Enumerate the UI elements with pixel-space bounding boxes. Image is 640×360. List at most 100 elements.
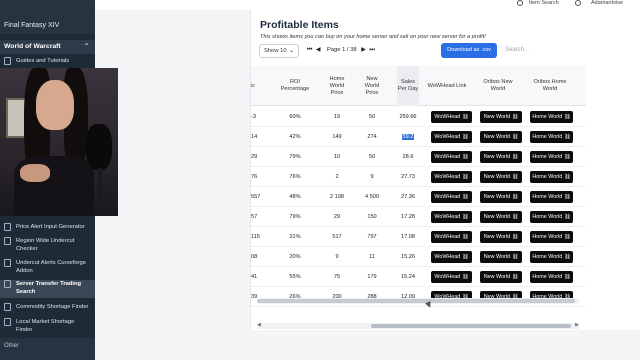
cell-sales-per-day-text: 28.6 [402,154,414,160]
oribos-home-world-button[interactable]: Home World ⛓ [530,271,573,283]
table-header: ic ROI Percentage Home World Price New W… [251,66,587,106]
oribos-home-world-button[interactable]: Home World ⛓ [530,131,573,143]
cell-id-text: 29 [251,154,258,160]
oribos-new-world-button[interactable]: New World ⛓ [480,191,522,203]
cell-roi: 20% [275,247,315,267]
link-icon: ⛓ [462,134,469,140]
next-page-icon[interactable]: ▶ [361,47,365,53]
chevron-down-icon: ⌄ [288,48,294,54]
scrollbar-thumb[interactable] [371,324,571,328]
sidebar-item-undercut-checker[interactable]: Region Wide Undercut Checker [0,237,95,255]
table-search-input[interactable]: Search... [503,43,575,58]
cell-home-price-text: 2 [335,174,339,180]
sidebar-item-price-alert[interactable]: Price Alert Input Generator [0,223,95,233]
prev-page-icon[interactable]: ◀ [316,47,320,53]
wowhead-link-button[interactable]: WoWHead ⛓ [431,171,472,183]
scrollbar-thumb[interactable] [257,299,575,303]
sidebar-item-undercut-alerts[interactable]: Undercut Alerts Curseforge Addon [0,259,95,277]
page-subtitle: This shows items you can buy on your hom… [260,34,486,40]
sidebar-item-guides[interactable]: Guides and Tutorials [0,57,95,67]
page-horizontal-scrollbar[interactable]: ◀ ▶ [257,322,579,329]
last-page-icon[interactable]: ⏭ [369,47,374,53]
column-header-new-price[interactable]: New World Price [359,66,385,106]
column-header-home-price[interactable]: Home World Price [323,66,351,106]
column-header-sales[interactable]: Sales Per Day [397,66,419,106]
wowhead-link-button[interactable]: WoWHead ⛓ [431,111,472,123]
wowhead-link-button[interactable]: WoWHead ⛓ [431,231,472,243]
cell-new-price-text: 274 [367,134,377,140]
link-icon: ⛓ [564,174,571,180]
cell-roi: 79% [275,147,315,167]
microphone-icon [86,124,112,170]
table-horizontal-scrollbar[interactable] [257,298,579,304]
oribos-new-world-button[interactable]: New World ⛓ [480,231,522,243]
cell-id: 08 [251,247,265,267]
link-icon: ⛓ [462,194,469,200]
webcam-overlay [0,68,118,216]
cell-id-text: 115 [251,234,260,240]
document-icon [4,280,11,288]
scroll-left-icon[interactable]: ◀ [257,322,261,328]
wowhead-link-button[interactable]: WoWHead ⛓ [431,191,472,203]
oribos-home-world-button[interactable]: Home World ⛓ [530,231,573,243]
oribos-home-world-button[interactable]: Home World ⛓ [530,211,573,223]
wowhead-link-button[interactable]: WoWHead ⛓ [431,131,472,143]
sidebar-item-server-transfer[interactable]: Server Transfer Trading Search [0,280,95,298]
oribos-new-world-button-label: New World [483,134,510,140]
sidebar-top: Final Fantasy XIV [0,0,95,34]
first-page-icon[interactable]: ⏮ [307,47,312,53]
oribos-new-world-button[interactable]: New World ⛓ [480,111,522,123]
cell-roi-text: 55% [289,274,301,280]
user-icon [575,0,581,6]
oribos-home-world-button[interactable]: Home World ⛓ [530,111,573,123]
wowhead-link-button[interactable]: WoWHead ⛓ [431,271,472,283]
column-header[interactable]: ic [251,66,265,106]
oribos-new-world-button[interactable]: New World ⛓ [480,271,522,283]
cell-id-text: 08 [251,254,258,260]
column-header-oribos-new[interactable]: Oribos New World [477,66,519,106]
app-root: Final Fantasy XIV World of Warcraft ⌃ Gu… [0,0,640,360]
column-header-wowhead[interactable]: WoWHead Link [427,66,467,106]
sidebar-item-commodity-shortage[interactable]: Commodity Shortage Finder [0,303,95,313]
wowhead-link-button[interactable]: WoWHead ⛓ [431,151,472,163]
cell-new-price: 9 [359,167,385,187]
link-icon: ⛓ [462,154,469,160]
link-icon: ⛓ [462,274,469,280]
oribos-new-world-button[interactable]: New World ⛓ [480,211,522,223]
oribos-home-world-button[interactable]: Home World ⛓ [530,251,573,263]
cell-sales-per-day-text: 17.28 [401,214,415,220]
page-size-select[interactable]: Show 10 ⌄ [259,44,299,58]
oribos-new-world-button[interactable]: New World ⛓ [480,171,522,183]
cell-roi-text: 79% [289,154,301,160]
cell-id-text: 41 [251,274,258,280]
document-icon [4,259,11,267]
sidebar-item-local-market-shortage[interactable]: Local Market Shortage Finder [0,318,95,336]
cell-roi: 60% [275,107,315,127]
oribos-new-world-button[interactable]: New World ⛓ [480,251,522,263]
oribos-new-world-button-label: New World [483,194,510,200]
oribos-new-world-button[interactable]: New World ⛓ [480,131,522,143]
sidebar-footer[interactable]: Other [0,338,95,360]
oribos-new-world-button[interactable]: New World ⛓ [480,151,522,163]
cell-id: 14 [251,127,265,147]
oribos-home-world-button[interactable]: Home World ⛓ [530,151,573,163]
cell-new-price-text: 50 [368,154,376,160]
sidebar-section-wow[interactable]: World of Warcraft ⌃ [0,40,95,54]
link-icon: ⛓ [511,234,519,240]
scroll-right-icon[interactable]: ▶ [575,322,579,328]
link-icon: ⛓ [511,194,519,200]
sidebar-item-label: Commodity Shortage Finder [16,304,89,310]
column-header-oribos-home[interactable]: Oribos Home World [527,66,573,106]
wowhead-link-button[interactable]: WoWHead ⛓ [431,251,472,263]
cell-new-price: 4 500 [359,187,385,207]
sidebar-item-final-fantasy[interactable]: Final Fantasy XIV [4,22,59,29]
wowhead-link-button[interactable]: WoWHead ⛓ [431,211,472,223]
oribos-home-world-button[interactable]: Home World ⛓ [530,171,573,183]
cell-id: 115 [251,227,265,247]
cell-id: 557 [251,187,265,207]
oribos-home-world-button[interactable]: Home World ⛓ [530,191,573,203]
download-csv-button[interactable]: Download as .csv [441,43,497,58]
column-header-roi[interactable]: ROI Percentage [275,66,315,106]
cell-new-price: 11 [359,247,385,267]
cell-sales-per-day-text: 17.08 [401,234,415,240]
